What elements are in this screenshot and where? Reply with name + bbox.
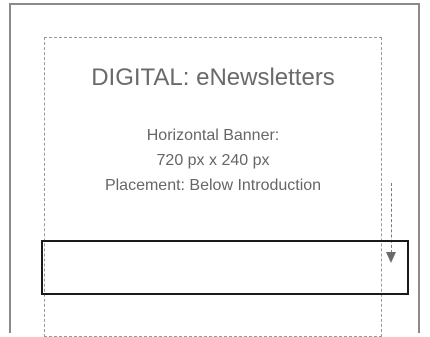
- ad-placement-label: Placement: Below Introduction: [104, 177, 322, 194]
- ad-dimensions-label: 720 px x 240 px: [156, 152, 270, 169]
- banner-placement-slot: [41, 240, 409, 295]
- ad-format-label: Horizontal Banner:: [146, 127, 280, 144]
- page-title: DIGITAL: eNewsletters: [91, 64, 335, 91]
- ad-spec-info: Horizontal Banner: 720 px x 240 px Place…: [44, 123, 382, 198]
